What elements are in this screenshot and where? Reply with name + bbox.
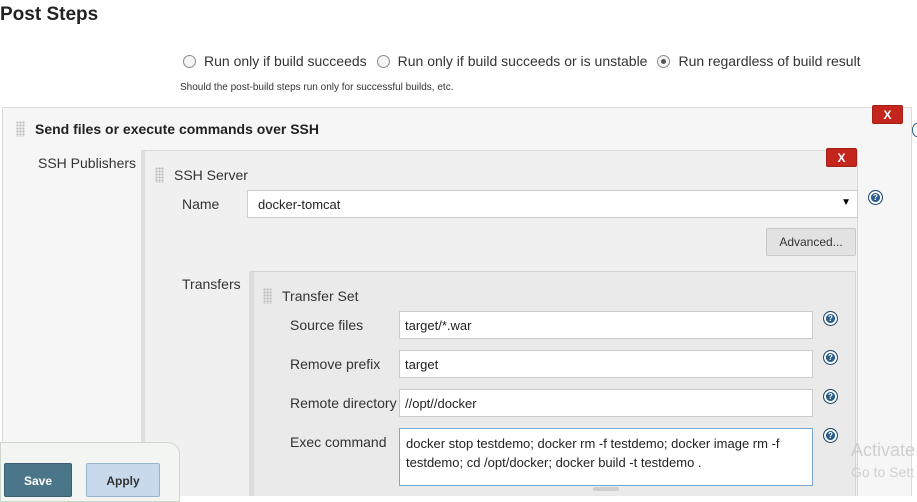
radio-run-regardless[interactable]: Run regardless of build result — [657, 53, 861, 69]
activation-watermark-line2: Go to Sett — [851, 464, 915, 480]
drag-handle-icon[interactable] — [155, 167, 164, 183]
server-name-select[interactable]: docker-tomcat ▼ — [247, 190, 858, 218]
radio-button-checked[interactable] — [657, 54, 671, 68]
drag-handle-icon[interactable] — [263, 288, 272, 304]
save-button[interactable]: Save — [4, 463, 72, 497]
source-files-input[interactable]: target/*.war — [399, 311, 813, 339]
ssh-server-title: SSH Server — [174, 167, 248, 183]
advanced-button[interactable]: Advanced... — [766, 228, 856, 256]
radio-button[interactable] — [376, 54, 390, 68]
run-condition-group: Run only if build succeeds Run only if b… — [183, 53, 871, 69]
delete-step-button[interactable]: X — [872, 105, 903, 124]
ssh-step-title: Send files or execute commands over SSH — [35, 121, 319, 137]
help-icon[interactable]: ? — [868, 190, 883, 205]
radio-label: Run only if build succeeds or is unstabl… — [397, 53, 648, 69]
remove-prefix-input[interactable]: target — [399, 350, 813, 378]
help-icon[interactable]: ? — [823, 311, 838, 326]
radio-label: Run only if build succeeds — [204, 53, 367, 69]
resize-handle[interactable] — [593, 487, 619, 491]
remote-directory-label: Remote directory — [290, 395, 397, 411]
help-icon[interactable]: ? — [823, 389, 838, 404]
radio-button[interactable] — [183, 54, 196, 68]
delete-server-button[interactable]: X — [826, 148, 857, 167]
run-condition-hint: Should the post-build steps run only for… — [180, 82, 454, 93]
dropdown-arrow-icon: ▼ — [841, 197, 851, 208]
help-icon[interactable]: ? — [823, 350, 838, 365]
transfers-label: Transfers — [182, 276, 241, 292]
exec-command-label: Exec command — [290, 434, 387, 450]
name-label: Name — [182, 196, 220, 212]
server-name-value: docker-tomcat — [258, 197, 341, 212]
page-title: Post Steps — [0, 4, 99, 25]
help-icon[interactable]: ? — [823, 428, 838, 443]
radio-run-if-success[interactable]: Run only if build succeeds — [183, 53, 367, 69]
remote-directory-input[interactable]: //opt//docker — [399, 389, 813, 417]
apply-button[interactable]: Apply — [86, 463, 160, 497]
ssh-publishers-label: SSH Publishers — [38, 155, 137, 171]
radio-run-if-success-or-unstable[interactable]: Run only if build succeeds or is unstabl… — [376, 53, 648, 69]
radio-label: Run regardless of build result — [678, 53, 861, 69]
help-icon[interactable] — [912, 123, 917, 137]
drag-handle-icon[interactable] — [16, 121, 25, 137]
activation-watermark-line1: Activate — [851, 440, 916, 460]
source-files-label: Source files — [290, 317, 364, 333]
remove-prefix-label: Remove prefix — [290, 356, 381, 372]
transfer-set-title: Transfer Set — [282, 288, 359, 304]
exec-command-textarea[interactable]: docker stop testdemo; docker rm -f testd… — [399, 428, 813, 486]
